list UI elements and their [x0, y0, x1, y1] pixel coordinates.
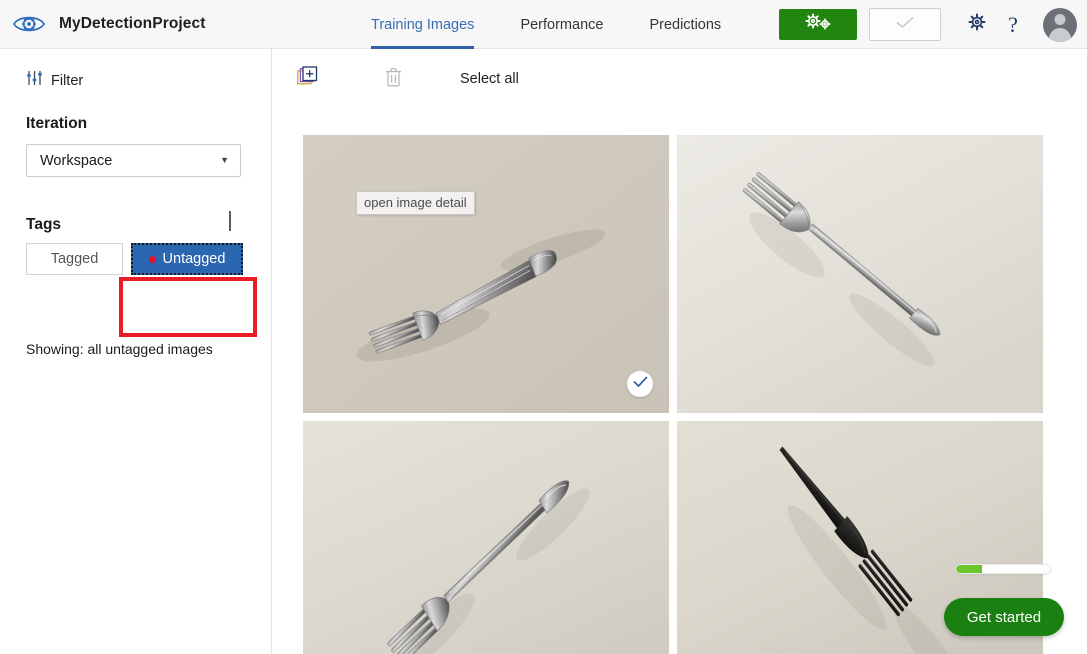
onboarding-progress-bar: [955, 564, 1051, 574]
image-grid: open image detail: [303, 135, 1053, 654]
eye-gear-logo-icon: [12, 11, 46, 37]
tags-heading: Tags: [26, 216, 62, 233]
help-button[interactable]: ?: [995, 7, 1031, 43]
tagged-filter-button[interactable]: Tagged: [26, 243, 123, 275]
get-started-button[interactable]: Get started: [944, 598, 1064, 636]
filter-label: Filter: [51, 72, 84, 89]
gear-icon: [966, 11, 988, 38]
metal-fork-pointing-up-left-photo: [677, 135, 1043, 413]
quick-test-button[interactable]: [869, 8, 941, 41]
untagged-filter-button[interactable]: Untagged: [131, 243, 243, 275]
question-mark-icon: ?: [1008, 11, 1018, 37]
metal-fork-diagonal-right-photo: [303, 135, 669, 413]
tab-performance-label: Performance: [520, 16, 604, 33]
iteration-dropdown[interactable]: Workspace ▼: [26, 144, 241, 177]
app-root: MyDetectionProject Training Images Perfo…: [0, 0, 1087, 654]
chevron-down-icon: ▼: [220, 155, 229, 165]
sliders-icon: [26, 70, 43, 91]
tagged-filter-label: Tagged: [50, 251, 99, 267]
tab-training-images-label: Training Images: [371, 16, 475, 33]
showing-status-text: Showing: all untagged images: [26, 341, 213, 357]
images-toolbar: Select all: [273, 49, 1087, 109]
add-images-button[interactable]: [285, 57, 329, 101]
add-tag-button[interactable]: [222, 211, 238, 231]
header-actions: ?: [779, 0, 1077, 49]
check-icon: [633, 375, 648, 393]
trash-icon: [385, 67, 402, 92]
image-tile-1[interactable]: open image detail: [303, 135, 669, 413]
avatar[interactable]: [1043, 7, 1077, 42]
untagged-filter-label: Untagged: [162, 251, 226, 267]
sidebar: Filter Iteration Workspace ▼ Tags Tagged…: [0, 49, 272, 654]
brand[interactable]: MyDetectionProject: [0, 11, 206, 37]
tab-performance[interactable]: Performance: [497, 0, 626, 49]
app-header: MyDetectionProject Training Images Perfo…: [0, 0, 1087, 49]
tag-filter-toggle-group: Tagged Untagged: [26, 243, 243, 275]
delete-images-button[interactable]: [371, 57, 415, 101]
select-all-button[interactable]: Select all: [460, 71, 519, 87]
image-tile-3[interactable]: [303, 421, 669, 654]
page-title: MyDetectionProject: [59, 15, 206, 32]
image-tile-2[interactable]: [677, 135, 1043, 413]
tab-predictions[interactable]: Predictions: [626, 0, 744, 49]
train-button[interactable]: [779, 9, 857, 40]
untagged-dot-icon: [148, 255, 156, 263]
onboarding-progress-fill: [956, 565, 983, 573]
annotation-highlight-box: [119, 277, 257, 337]
metal-fork-handle-up-right-photo: [303, 421, 669, 654]
iteration-heading: Iteration: [26, 115, 88, 132]
filter-button[interactable]: Filter: [0, 49, 83, 91]
check-icon: [894, 14, 916, 35]
double-gear-icon: [801, 12, 835, 37]
add-images-icon: [296, 66, 318, 92]
image-select-check-button[interactable]: [627, 371, 653, 397]
tab-training-images[interactable]: Training Images: [348, 0, 497, 49]
settings-button[interactable]: [959, 7, 995, 43]
main-nav: Training Images Performance Predictions: [348, 0, 744, 49]
iteration-dropdown-value: Workspace: [40, 152, 113, 169]
tab-predictions-label: Predictions: [649, 16, 722, 33]
